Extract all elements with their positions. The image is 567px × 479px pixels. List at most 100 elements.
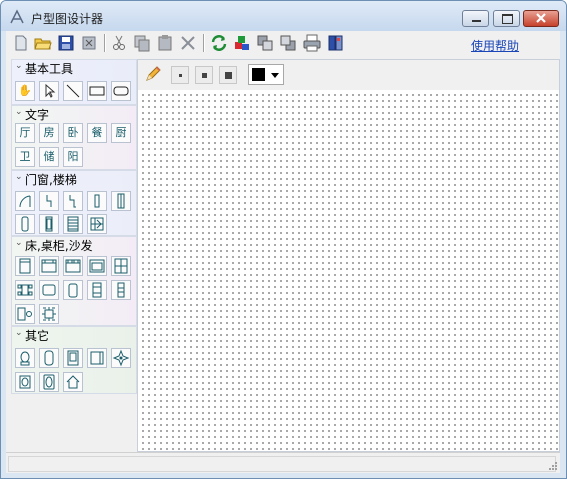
sofa-2-icon[interactable] [63,280,83,300]
group-header[interactable]: ⌄ 基本工具 [12,60,136,76]
cabinet-1-icon[interactable] [111,256,131,276]
text-tool-hall[interactable]: 厅 [15,123,35,143]
sofa-1-icon[interactable] [87,256,107,276]
group-title: 文字 [25,108,50,122]
close-doc-icon[interactable] [79,33,99,53]
window-3-icon[interactable] [15,214,35,234]
refresh-icon[interactable] [209,33,229,53]
group-title: 门窗,楼梯 [25,173,77,187]
print-icon[interactable] [302,33,322,53]
washer-icon[interactable] [63,348,83,368]
export-icon[interactable] [326,33,346,53]
door-1-icon[interactable] [39,191,59,211]
help-link[interactable]: 使用帮助 [471,37,519,54]
window-2-icon[interactable] [111,191,131,211]
stairs-icon[interactable] [63,214,83,234]
hand-icon[interactable]: ✋ [15,81,35,101]
chevron-down-icon: ⌄ [15,61,23,71]
main-toolbar: 使用帮助 [6,31,560,55]
toolbar-separator [203,34,205,52]
text-tool-storage[interactable]: 储 [39,147,59,167]
text-tool-balcony[interactable]: 阳 [63,147,83,167]
toolbar-separator [104,34,106,52]
door-2-icon[interactable] [63,191,83,211]
cabinet-3-icon[interactable] [111,280,131,300]
chevron-down-icon: ⌄ [15,238,23,248]
desk-chair-icon[interactable] [15,304,35,324]
sink-icon[interactable] [15,372,35,392]
dining-table-icon[interactable] [39,304,59,324]
canvas-toolbar [138,60,559,90]
group-header[interactable]: ⌄ 床,桌柜,沙发 [12,237,136,253]
chevron-down-icon [271,73,279,78]
title-bar: 户型图设计器 [1,1,566,31]
new-icon[interactable] [11,33,31,53]
table-icon[interactable] [39,280,59,300]
text-tool-bedroom[interactable]: 卧 [63,123,83,143]
house-icon[interactable] [63,372,83,392]
text-tool-room[interactable]: 房 [39,123,59,143]
group-title: 床,桌柜,沙发 [25,239,93,253]
cabinet-2-icon[interactable] [87,280,107,300]
text-tool-dining[interactable]: 餐 [87,123,107,143]
bring-front-icon[interactable] [255,33,275,53]
group-header[interactable]: ⌄ 门窗,楼梯 [12,171,136,187]
pencil-icon[interactable] [144,65,162,83]
group-title: 其它 [25,329,50,343]
layers-icon[interactable] [232,33,252,53]
plant-icon[interactable] [111,348,131,368]
text-tool-kitchen[interactable]: 厨 [111,123,131,143]
color-swatch [252,68,265,81]
status-bar [6,452,560,473]
arc-door-icon[interactable] [15,191,35,211]
table-chairs-icon[interactable] [15,280,35,300]
group-header[interactable]: ⌄ 文字 [12,106,136,122]
canvas-grid[interactable] [138,90,559,451]
window-4-icon[interactable] [39,214,59,234]
group-header[interactable]: ⌄ 其它 [12,327,136,343]
bathtub-icon[interactable] [39,348,59,368]
toilet-icon[interactable] [15,348,35,368]
color-picker[interactable] [248,64,284,85]
line-icon[interactable] [63,81,83,101]
app-icon [10,9,24,24]
stairs-2-icon[interactable] [87,214,107,234]
paste-icon[interactable] [155,33,175,53]
minimize-icon [472,20,481,22]
pointer-icon[interactable] [39,81,59,101]
send-back-icon[interactable] [278,33,298,53]
open-icon[interactable] [33,33,53,53]
group-text: ⌄ 文字 厅 房 卧 餐 厨 卫 储 阳 [11,105,137,170]
line-width-thin[interactable] [171,66,189,84]
chevron-down-icon: ⌄ [15,107,23,117]
bed-3-icon[interactable] [63,256,83,276]
window-1-icon[interactable] [87,191,107,211]
group-title: 基本工具 [25,62,74,76]
maximize-icon [502,14,513,24]
client-area: 使用帮助 ⌄ 基本工具 ✋ ⌄ 文字 厅 房 卧 餐 厨 卫 储 阳 ⌄ 门窗,… [6,31,560,473]
close-icon [536,13,546,23]
rectangle-icon[interactable] [87,81,107,101]
status-text [8,456,556,472]
minimize-button[interactable] [462,10,489,27]
close-button[interactable] [523,10,559,27]
bed-1-icon[interactable] [15,256,35,276]
line-width-medium[interactable] [195,66,213,84]
maximize-button[interactable] [493,10,520,27]
group-other: ⌄ 其它 [11,326,137,394]
line-width-thick[interactable] [219,66,237,84]
rounded-rect-icon[interactable] [111,81,131,101]
delete-icon[interactable] [178,33,198,53]
drawing-canvas[interactable] [137,59,560,452]
cut-icon[interactable] [109,33,129,53]
app-window: 户型图设计器 使用帮助 ⌄ 基本工具 ✋ ⌄ 文字 厅 房 卧 餐 厨 卫 储 … [0,0,567,479]
window-title: 户型图设计器 [31,12,104,26]
chevron-down-icon: ⌄ [15,328,23,338]
resize-grip-icon[interactable] [547,460,557,470]
fridge-icon[interactable] [87,348,107,368]
tv-icon[interactable] [39,372,59,392]
save-icon[interactable] [56,33,76,53]
copy-icon[interactable] [132,33,152,53]
text-tool-bath[interactable]: 卫 [15,147,35,167]
bed-2-icon[interactable] [39,256,59,276]
